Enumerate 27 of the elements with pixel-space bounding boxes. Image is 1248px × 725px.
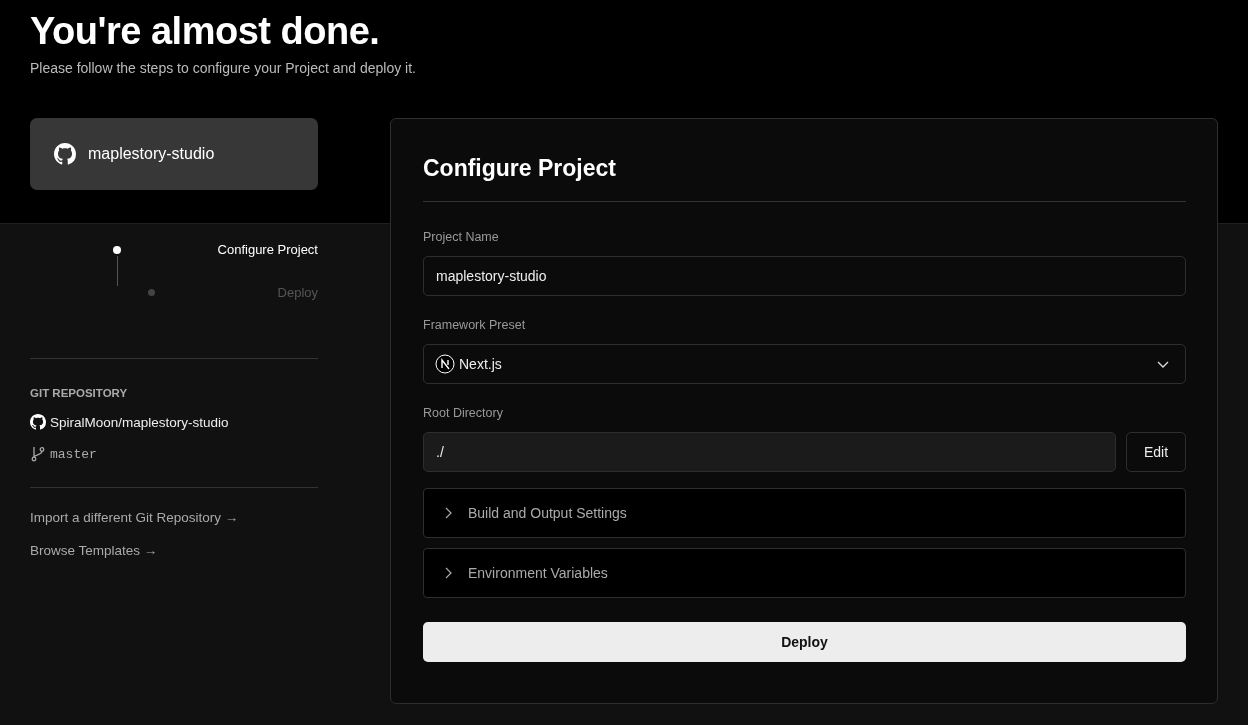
step-connector xyxy=(116,256,118,286)
edit-button[interactable]: Edit xyxy=(1126,432,1186,472)
repository-name: maplestory-studio xyxy=(88,145,215,163)
project-name-field[interactable]: maplestory-studio xyxy=(423,256,1186,296)
card-title: Configure Project xyxy=(423,154,617,183)
section-heading: GIT REPOSITORY xyxy=(30,387,129,399)
root-directory-field[interactable]: ./ xyxy=(423,432,1116,472)
framework-select[interactable]: Next.js xyxy=(423,344,1186,384)
github-icon xyxy=(30,414,46,430)
link[interactable]: Import a different Git Repository → xyxy=(30,510,318,525)
link[interactable]: Browse Templates → xyxy=(30,543,318,558)
step-label: Configure Project xyxy=(217,242,318,257)
field-label: Framework Preset xyxy=(423,318,527,332)
framework-logo-icon xyxy=(435,354,455,374)
github-icon xyxy=(54,143,76,165)
step-label: Deploy xyxy=(277,285,318,300)
field-label: Root Directory xyxy=(423,406,504,420)
branch-name: master xyxy=(50,446,97,462)
page-subtitle: Please follow the steps to configure your Project and deploy it. xyxy=(30,60,417,76)
framework-name: Next.js xyxy=(459,356,502,372)
collapsible-section[interactable]: Build and Output Settings xyxy=(423,488,1186,538)
page-title: You're almost done. xyxy=(30,9,381,54)
branch-icon xyxy=(30,446,46,462)
field-label: Project Name xyxy=(423,230,500,244)
repository-path: SpiralMoon/maplestory-studio xyxy=(50,414,229,430)
collapsible-section[interactable]: Environment Variables xyxy=(423,548,1186,598)
deploy-button[interactable]: Deploy xyxy=(423,622,1186,662)
